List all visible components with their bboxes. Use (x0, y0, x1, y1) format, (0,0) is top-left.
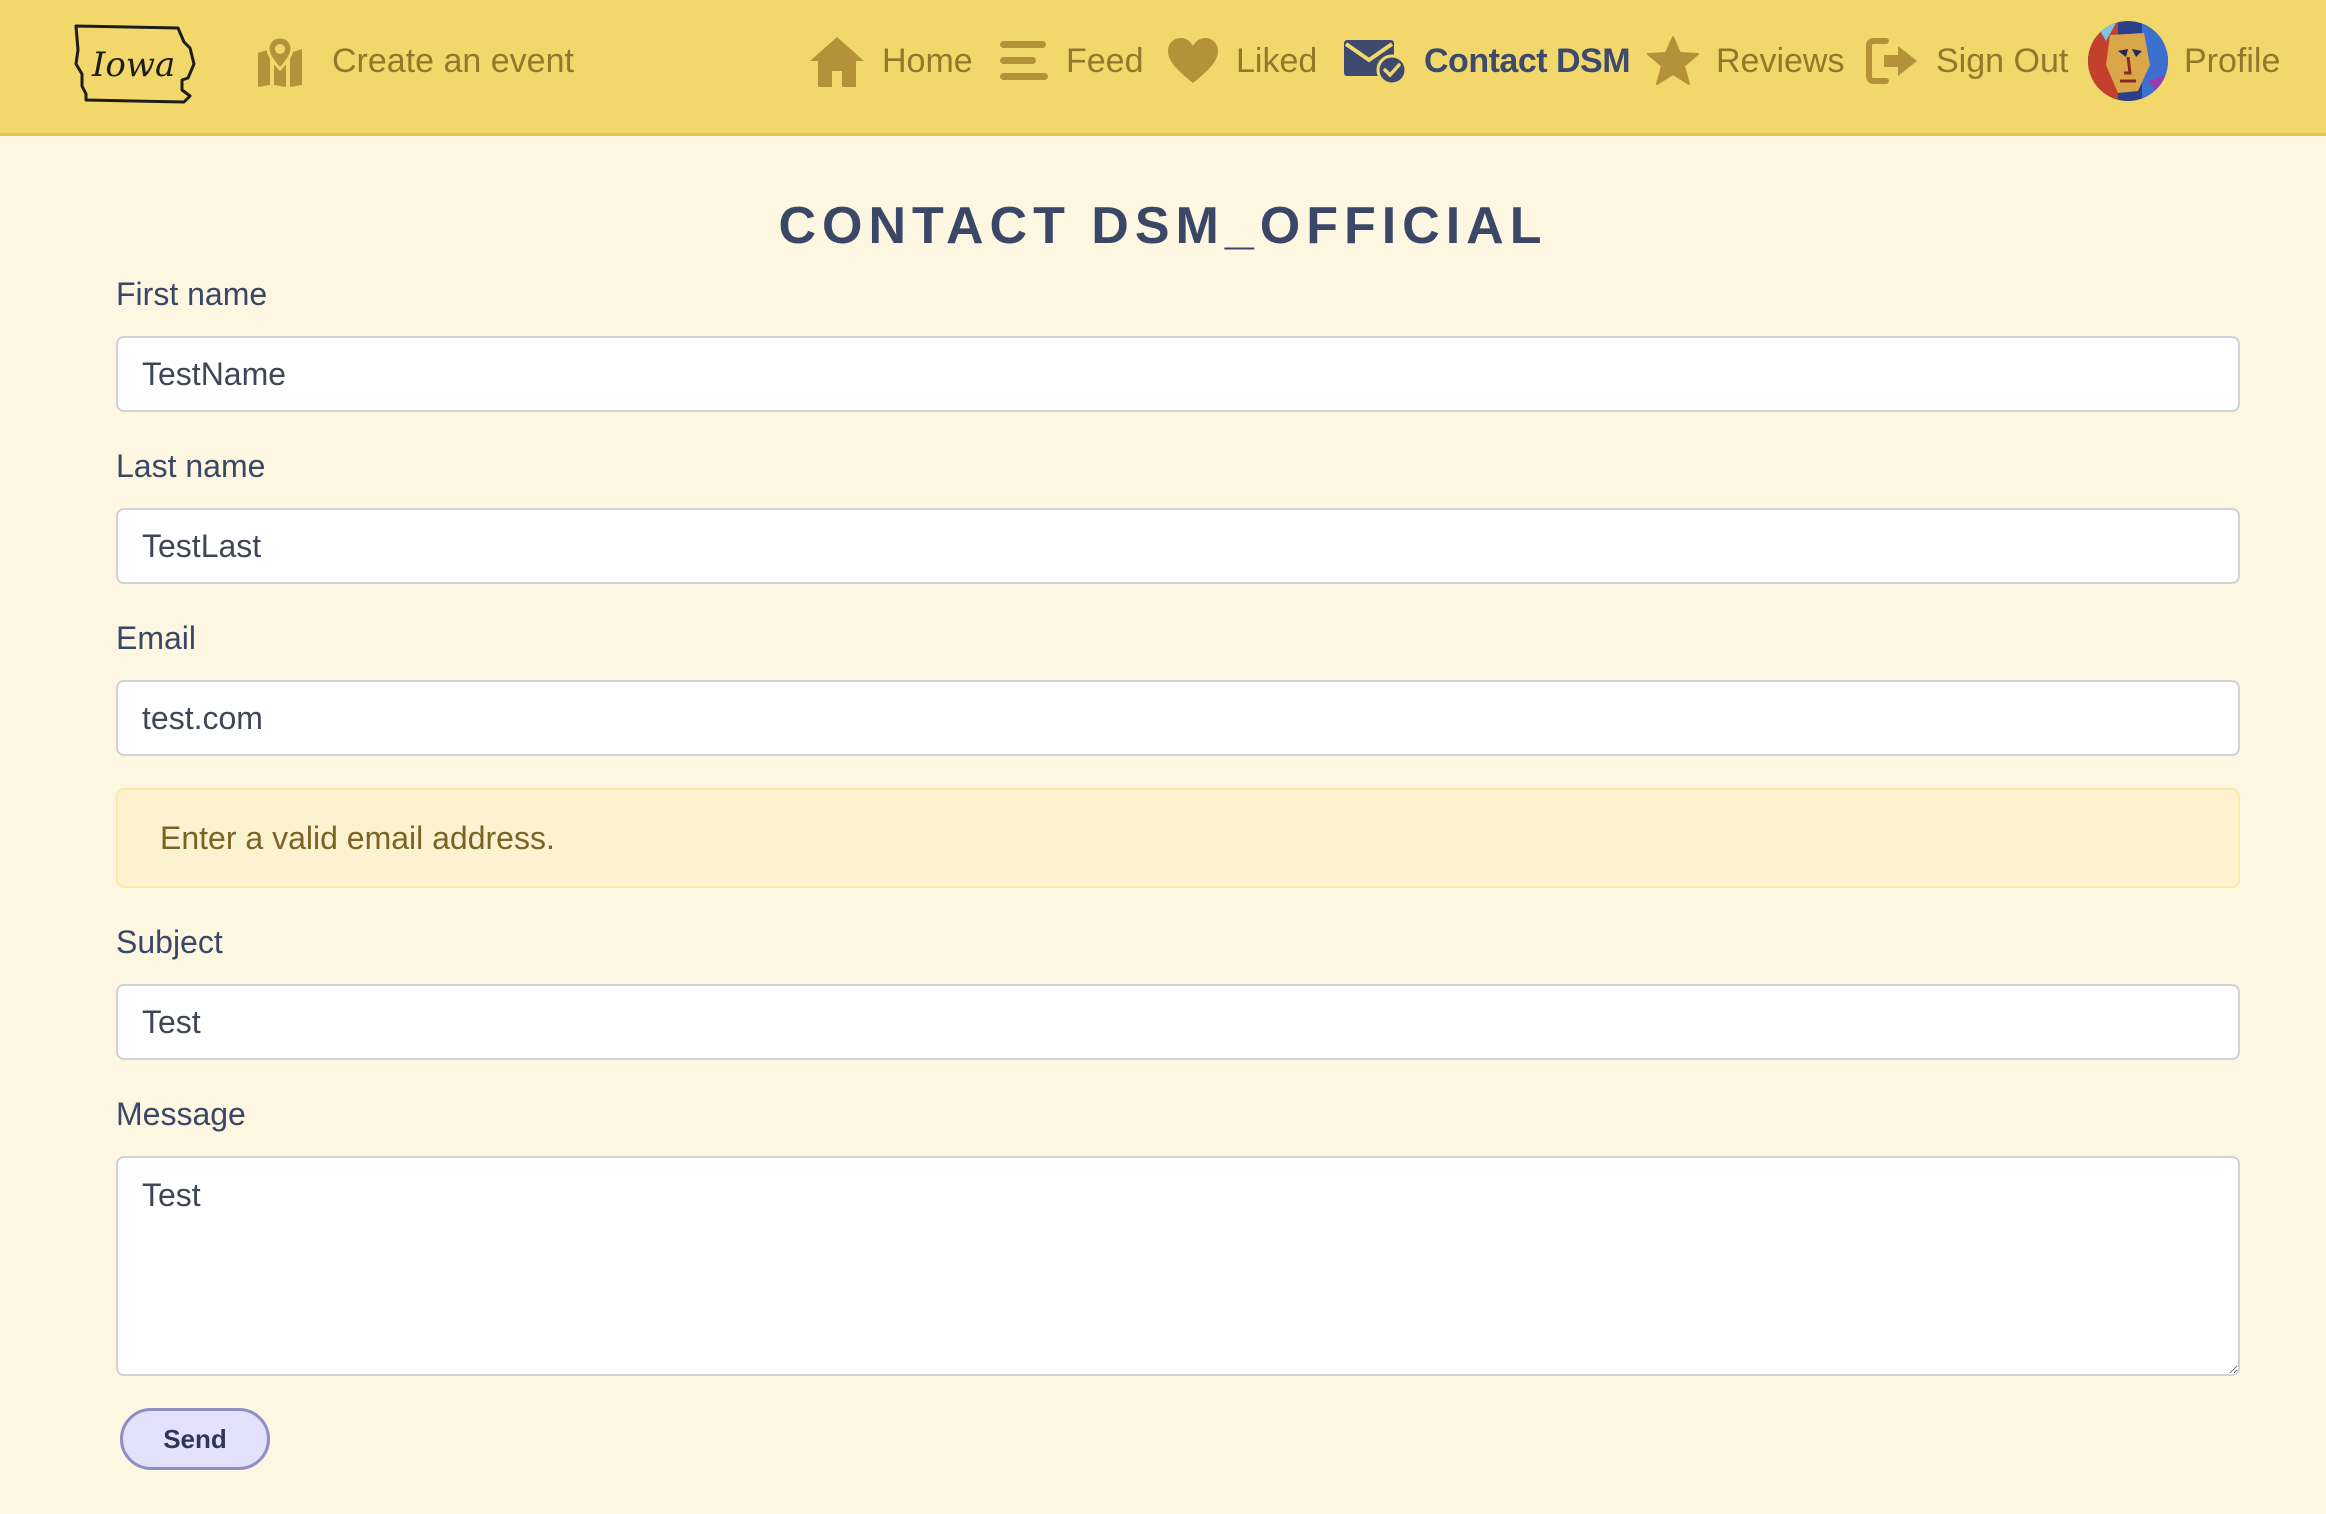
create-event-link[interactable]: Create an event (256, 0, 574, 122)
nav-feed[interactable]: Feed (998, 0, 1144, 122)
email-error-text: Enter a valid email address. (160, 819, 555, 856)
email-label: Email (116, 620, 197, 656)
nav-contact-dsm[interactable]: Contact DSM (1342, 0, 1631, 122)
svg-text:Iowa: Iowa (91, 45, 175, 85)
nav-home[interactable]: Home (808, 0, 973, 122)
page-title: CONTACT DSM_OFFICIAL (778, 197, 1548, 255)
first-name-field[interactable] (116, 336, 2240, 412)
sign-out-icon (1866, 37, 1920, 85)
nav-feed-label: Feed (1066, 41, 1144, 80)
nav-home-label: Home (882, 41, 973, 80)
send-button[interactable]: Send (120, 1408, 270, 1470)
top-navbar: Iowa Create an event Home Feed Liked Con… (0, 0, 2326, 136)
message-label: Message (116, 1096, 246, 1132)
email-field[interactable] (116, 680, 2240, 756)
create-event-label: Create an event (332, 41, 574, 80)
nav-profile[interactable]: Profile (2088, 0, 2280, 122)
subject-label: Subject (116, 924, 223, 960)
nav-reviews-label: Reviews (1716, 41, 1845, 80)
nav-profile-label: Profile (2184, 41, 2281, 80)
envelope-check-icon (1342, 36, 1408, 86)
message-textarea[interactable]: Test (116, 1156, 2240, 1376)
bars-icon (998, 39, 1050, 83)
nav-reviews[interactable]: Reviews (1646, 0, 1844, 122)
map-pin-icon (256, 35, 316, 87)
nav-liked[interactable]: Liked (1166, 0, 1317, 122)
subject-field[interactable] (116, 984, 2240, 1060)
nav-sign-out-label: Sign Out (1936, 41, 2069, 80)
nav-liked-label: Liked (1236, 41, 1318, 80)
nav-contact-label: Contact DSM (1424, 41, 1631, 80)
house-icon (808, 35, 866, 87)
iowa-logo[interactable]: Iowa (70, 20, 202, 108)
last-name-field[interactable] (116, 508, 2240, 584)
avatar (2088, 21, 2168, 101)
heart-icon (1166, 37, 1220, 85)
nav-sign-out[interactable]: Sign Out (1866, 0, 2068, 122)
email-error-alert: Enter a valid email address. (116, 788, 2240, 888)
last-name-label: Last name (116, 448, 266, 484)
star-icon (1646, 35, 1700, 87)
first-name-label: First name (116, 276, 268, 312)
